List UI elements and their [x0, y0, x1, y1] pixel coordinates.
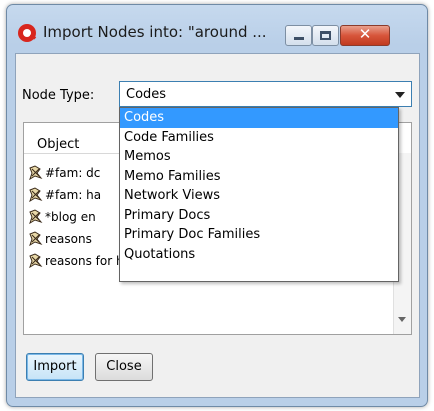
- column-header-object[interactable]: Object: [37, 137, 79, 152]
- dropdown-option-codes[interactable]: Codes: [120, 108, 398, 128]
- dropdown-option-primary-doc-families[interactable]: Primary Doc Families: [120, 225, 398, 245]
- minimize-button[interactable]: [285, 25, 312, 46]
- dropdown-option-memo-families[interactable]: Memo Families: [120, 167, 398, 187]
- maximize-button[interactable]: [312, 25, 339, 46]
- atlas-ti-app-icon: [18, 24, 37, 42]
- dropdown-option-code-families[interactable]: Code Families: [120, 128, 398, 148]
- dropdown-option-primary-docs[interactable]: Primary Docs: [120, 206, 398, 226]
- minimize-icon: [294, 37, 304, 40]
- list-item-label: #fam: dc: [45, 166, 101, 180]
- list-item-label: #fam: ha: [45, 188, 102, 202]
- node-type-selected-value: Codes: [126, 87, 167, 102]
- close-button[interactable]: Close: [95, 353, 153, 381]
- code-icon: [29, 187, 43, 202]
- window-close-button[interactable]: ✕: [340, 25, 390, 46]
- dropdown-option-memos[interactable]: Memos: [120, 147, 398, 167]
- list-item-label: reasons: [45, 232, 92, 246]
- close-icon: ✕: [358, 25, 372, 43]
- import-button[interactable]: Import: [26, 353, 84, 381]
- dropdown-option-quotations[interactable]: Quotations: [120, 245, 398, 265]
- title-bar[interactable]: Import Nodes into: "around ... ✕: [7, 5, 427, 53]
- code-icon: [29, 253, 43, 268]
- window-title: Import Nodes into: "around ...: [43, 23, 267, 41]
- code-icon: [29, 165, 43, 180]
- dialog-content: Node Type: Codes Object #fam: dc #fam: h…: [15, 53, 420, 398]
- maximize-icon: [320, 31, 331, 40]
- chevron-down-icon[interactable]: [395, 92, 405, 98]
- code-icon: [29, 231, 43, 246]
- list-item-label: *blog en: [45, 210, 96, 224]
- node-type-select[interactable]: Codes: [119, 81, 412, 107]
- scroll-down-arrow-icon[interactable]: [398, 317, 406, 322]
- node-type-dropdown-list[interactable]: Codes Code Families Memos Memo Families …: [119, 107, 399, 282]
- import-nodes-dialog: Import Nodes into: "around ... ✕ Node Ty…: [6, 4, 428, 407]
- node-type-label: Node Type:: [22, 88, 95, 103]
- dropdown-option-network-views[interactable]: Network Views: [120, 186, 398, 206]
- code-icon: [29, 209, 43, 224]
